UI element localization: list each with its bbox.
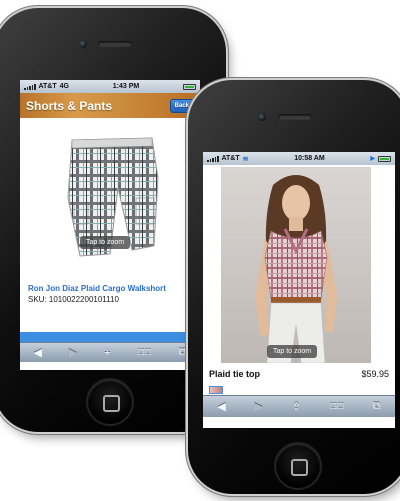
product-sku: SKU: 1010022200101110 bbox=[28, 295, 119, 304]
back-arrow-icon[interactable]: ◀ bbox=[33, 346, 41, 359]
network-label: 4G bbox=[59, 83, 69, 90]
product-name[interactable]: Plaid tie top bbox=[209, 369, 260, 379]
signal-strength-icon bbox=[24, 83, 36, 90]
clock: 10:58 AM bbox=[294, 155, 325, 162]
product-price: $59.95 bbox=[361, 369, 389, 379]
earpiece-speaker bbox=[278, 114, 312, 120]
battery-icon bbox=[183, 83, 196, 90]
product-caption: Plaid tie top $59.95 bbox=[203, 369, 395, 379]
bookmarks-icon[interactable]: ☐☐ bbox=[330, 402, 344, 411]
clock: 1:43 PM bbox=[112, 83, 140, 90]
safari-toolbar: ◀ ▶ ⇪ ☐☐ ⧉ bbox=[203, 395, 395, 417]
play-indicator-icon: ▶ bbox=[370, 156, 375, 162]
category-header: Shorts & Pants Back bbox=[20, 93, 200, 118]
safari-toolbar: ◀ ▶ + ☐☐ ⧉ bbox=[20, 342, 200, 362]
back-phone-screen: AT&T 4G 1:43 PM Shorts & Pants Back Tap … bbox=[20, 80, 200, 370]
plaid-shorts-image bbox=[67, 137, 159, 257]
share-icon[interactable]: ⇪ bbox=[292, 400, 301, 413]
wifi-icon: ≋ bbox=[242, 155, 249, 163]
product-title[interactable]: Ron Jon Diaz Plaid Cargo Walkshort bbox=[20, 284, 200, 293]
carrier-label: AT&T bbox=[38, 83, 57, 90]
home-button[interactable] bbox=[88, 380, 132, 424]
front-camera-icon bbox=[79, 40, 87, 48]
status-bar: AT&T 4G 1:43 PM bbox=[20, 80, 200, 93]
product-showcase: AT&T 4G 1:43 PM Shorts & Pants Back Tap … bbox=[0, 0, 400, 501]
tabs-icon[interactable]: ⧉ bbox=[373, 400, 381, 413]
signal-strength-icon bbox=[207, 155, 219, 162]
tap-to-zoom-label[interactable]: Tap to zoom bbox=[267, 345, 318, 358]
add-icon[interactable]: + bbox=[104, 347, 110, 359]
price-bar bbox=[20, 332, 200, 342]
front-iphone: AT&T ≋ 10:58 AM ▶ Tap to zoom Plaid tie … bbox=[188, 80, 400, 494]
forward-arrow-icon[interactable]: ▶ bbox=[255, 400, 263, 413]
front-camera-icon bbox=[258, 113, 266, 121]
product-image-area[interactable]: Tap to zoom bbox=[20, 118, 200, 282]
home-button[interactable] bbox=[276, 444, 320, 488]
carrier-label: AT&T bbox=[221, 155, 240, 162]
tap-to-zoom-label[interactable]: Tap to zoom bbox=[80, 236, 131, 249]
product-photo[interactable]: Tap to zoom bbox=[221, 167, 371, 363]
back-arrow-icon[interactable]: ◀ bbox=[217, 400, 225, 413]
battery-icon bbox=[377, 155, 391, 162]
product-thumbnail[interactable] bbox=[209, 386, 223, 394]
status-bar: AT&T ≋ 10:58 AM ▶ bbox=[203, 152, 395, 165]
earpiece-speaker bbox=[98, 41, 132, 47]
page-title: Shorts & Pants bbox=[26, 98, 113, 113]
model-wearing-top-image bbox=[255, 175, 337, 363]
tabs-icon[interactable]: ⧉ bbox=[179, 346, 187, 359]
bookmarks-icon[interactable]: ☐☐ bbox=[137, 348, 151, 357]
front-phone-screen: AT&T ≋ 10:58 AM ▶ Tap to zoom Plaid tie … bbox=[203, 152, 395, 428]
forward-arrow-icon[interactable]: ▶ bbox=[69, 346, 77, 359]
